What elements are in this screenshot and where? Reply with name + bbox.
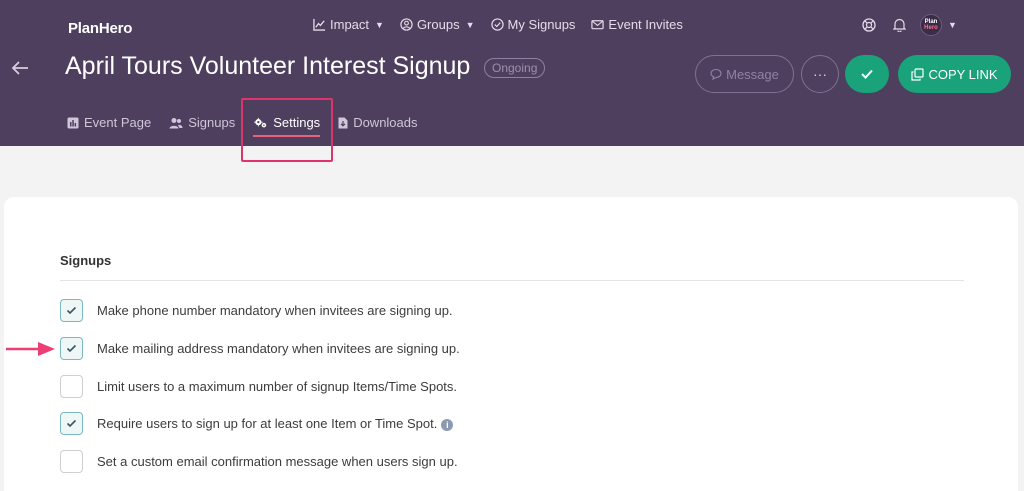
tab-event-page[interactable]: Event Page [67,115,151,130]
checkbox-phone-mandatory[interactable] [60,299,83,322]
comment-icon [710,68,722,80]
nav-impact[interactable]: Impact ▼ [313,17,384,32]
more-options-button[interactable]: ··· [801,55,839,93]
tab-downloads-label: Downloads [353,115,418,130]
option-label-wrap: Require users to sign up for at least on… [97,416,454,431]
option-label: Set a custom email confirmation message … [97,454,458,469]
chart-line-icon [313,18,326,31]
user-circle-icon [400,18,413,31]
info-icon[interactable]: i [441,418,454,431]
tab-settings[interactable]: Settings [253,115,321,137]
checkmark-icon [66,306,77,315]
help-lifebuoy-icon[interactable] [860,16,878,34]
back-arrow-icon[interactable] [10,58,30,78]
checkbox-custom-confirmation[interactable] [60,450,83,473]
option-label: Make phone number mandatory when invitee… [97,303,453,318]
bar-chart-icon [67,117,79,128]
chevron-down-icon: ▼ [375,19,384,30]
confirm-button[interactable] [845,55,889,93]
nav-event-invites[interactable]: Event Invites [591,17,683,32]
checkmark-icon [66,344,77,353]
planhero-logo[interactable]: PlanHero [68,20,132,37]
top-navigation: Impact ▼ Groups ▼ My Signups Event Invit… [313,17,683,32]
checkbox-address-mandatory[interactable] [60,337,83,360]
file-download-icon [338,117,348,128]
envelope-icon [591,20,605,30]
nav-event-invites-label: Event Invites [608,17,683,32]
nav-groups-label: Groups [416,17,460,32]
header-right-icons: Plan Hero ▼ [860,14,957,36]
checkmark-icon [861,69,873,79]
tab-signups-label: Signups [188,115,236,130]
option-label: Require users to sign up for at least on… [97,416,438,431]
option-limit-items: Limit users to a maximum number of signu… [60,375,457,398]
divider [60,280,964,281]
checkmark-icon [66,419,77,428]
check-circle-icon [490,18,504,31]
more-options-label: ··· [813,66,827,82]
tab-signups[interactable]: Signups [169,115,235,130]
nav-impact-label: Impact [330,17,370,32]
option-custom-confirmation: Set a custom email confirmation message … [60,450,458,473]
nav-my-signups-label: My Signups [507,17,576,32]
option-phone-mandatory: Make phone number mandatory when invitee… [60,299,453,322]
nav-groups[interactable]: Groups ▼ [400,17,475,32]
nav-my-signups[interactable]: My Signups [490,17,576,32]
status-badge: Ongoing [484,58,546,78]
copy-link-label: COPY LINK [928,66,998,82]
copy-icon [911,67,925,81]
option-address-mandatory: Make mailing address mandatory when invi… [60,337,460,360]
message-button[interactable]: Message [695,55,794,93]
tab-downloads[interactable]: Downloads [338,115,418,130]
avatar[interactable]: Plan Hero [920,14,942,36]
checkbox-limit-items[interactable] [60,375,83,398]
event-tabs: Event Page Signups Settings Downloads [67,115,436,137]
gears-icon [254,117,267,127]
chevron-down-icon[interactable]: ▼ [948,20,957,30]
page-title: April Tours Volunteer Interest Signup [65,52,471,80]
checkbox-require-one-item[interactable] [60,412,83,435]
tab-event-page-label: Event Page [84,115,152,130]
chevron-down-icon: ▼ [465,19,475,30]
tab-settings-label: Settings [273,115,321,130]
app-header: PlanHero Impact ▼ Groups ▼ My Signups Ev… [0,0,1024,146]
section-title: Signups [60,253,112,268]
bell-icon[interactable] [890,16,908,34]
option-label: Make mailing address mandatory when invi… [97,341,460,356]
copy-link-button[interactable]: COPY LINK [898,55,1011,93]
message-button-label: Message [726,66,779,82]
avatar-text-hero: Hero [924,25,938,31]
option-label: Limit users to a maximum number of signu… [97,379,458,394]
pointer-arrow-icon [6,342,55,356]
users-icon [169,117,183,128]
option-require-one-item: Require users to sign up for at least on… [60,412,454,435]
